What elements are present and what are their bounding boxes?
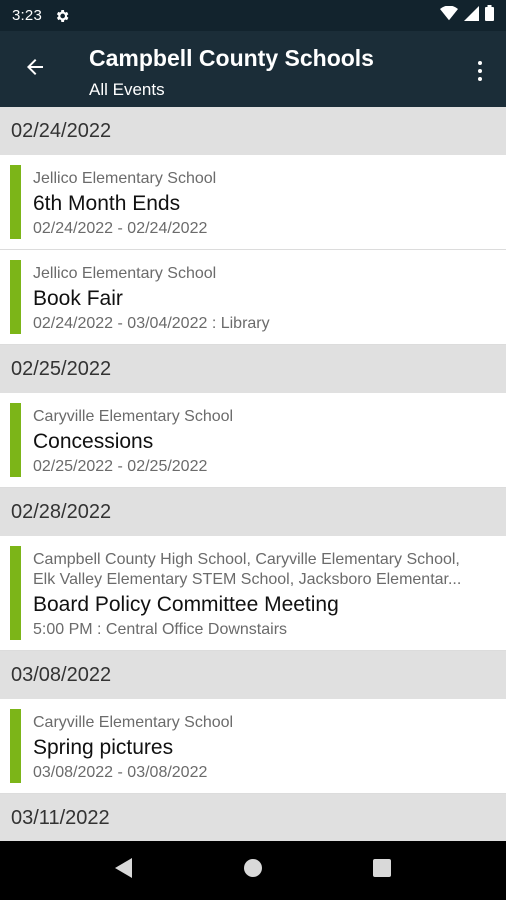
event-details: 03/08/2022 - 03/08/2022: [33, 764, 208, 781]
event-accent-bar: [10, 260, 21, 334]
system-nav-bar: [0, 841, 506, 900]
page-subtitle: All Events: [89, 80, 165, 99]
event-item[interactable]: Jellico Elementary School 6th Month Ends…: [0, 155, 506, 250]
event-item[interactable]: Campbell County High School, Caryville E…: [0, 536, 506, 651]
status-icons: [440, 5, 494, 26]
recents-square-icon: [372, 859, 391, 882]
event-title: Book Fair: [33, 287, 123, 310]
nav-recents-button[interactable]: [362, 851, 402, 891]
gear-icon: [54, 8, 70, 24]
status-bar: 3:23: [0, 0, 506, 31]
wifi-icon: [440, 5, 458, 26]
date-header: 03/11/2022: [0, 794, 506, 841]
event-details: 02/25/2022 - 02/25/2022: [33, 458, 208, 475]
date-header: 02/24/2022: [0, 107, 506, 155]
event-accent-bar: [10, 546, 21, 640]
more-vert-icon: [478, 61, 482, 65]
back-button[interactable]: [18, 55, 52, 83]
event-title: Spring pictures: [33, 736, 174, 759]
signal-icon: [464, 5, 479, 26]
event-title: 6th Month Ends: [33, 192, 181, 215]
arrow-left-icon: [23, 55, 47, 84]
battery-icon: [485, 5, 494, 26]
event-item[interactable]: Caryville Elementary School Spring pictu…: [0, 699, 506, 794]
page-title: Campbell County Schools: [89, 45, 374, 71]
event-item[interactable]: Caryville Elementary School Concessions …: [0, 393, 506, 488]
event-school: Caryville Elementary School: [33, 408, 234, 425]
nav-back-button[interactable]: [104, 851, 144, 891]
event-title: Board Policy Committee Meeting: [33, 593, 339, 616]
event-details: 02/24/2022 - 03/04/2022 : Library: [33, 315, 270, 332]
event-list[interactable]: 02/24/2022 Jellico Elementary School 6th…: [0, 107, 506, 841]
status-time: 3:23: [12, 7, 42, 24]
app-bar: Campbell County Schools All Events: [0, 31, 506, 107]
event-school: Caryville Elementary School: [33, 714, 234, 731]
event-title: Concessions: [33, 430, 154, 453]
event-details: 02/24/2022 - 02/24/2022: [33, 220, 208, 237]
date-header: 02/25/2022: [0, 345, 506, 393]
event-school: Jellico Elementary School: [33, 170, 217, 187]
event-school: Jellico Elementary School: [33, 265, 217, 282]
event-school-line: Campbell County High School, Caryville E…: [33, 551, 460, 568]
event-details: 5:00 PM : Central Office Downstairs: [33, 621, 288, 638]
event-item[interactable]: Jellico Elementary School Book Fair 02/2…: [0, 250, 506, 345]
back-triangle-icon: [115, 858, 133, 883]
event-accent-bar: [10, 165, 21, 239]
event-accent-bar: [10, 709, 21, 783]
event-accent-bar: [10, 403, 21, 477]
date-header: 03/08/2022: [0, 651, 506, 699]
event-school-line: Elk Valley Elementary STEM School, Jacks…: [33, 571, 462, 588]
home-circle-icon: [243, 858, 263, 883]
nav-home-button[interactable]: [233, 851, 273, 891]
event-school: Campbell County High School, Caryville E…: [33, 550, 492, 590]
more-options-button[interactable]: [470, 57, 490, 85]
date-header: 02/28/2022: [0, 488, 506, 536]
